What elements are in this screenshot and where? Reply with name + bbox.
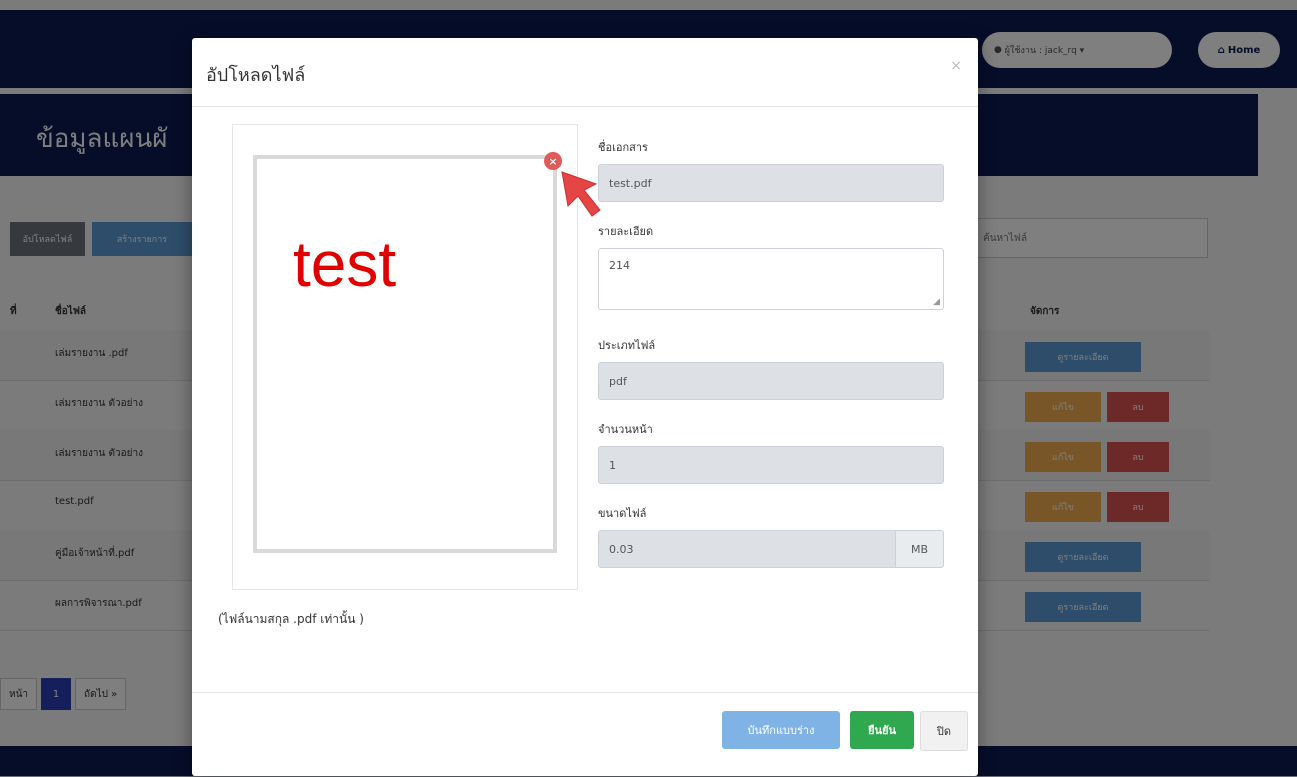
save-draft-button[interactable]: บันทึกแบบร่าง (722, 711, 840, 749)
upload-file-modal: อัปโหลดไฟล์ × test × (ไฟล์นามสกุล .pdf เ… (192, 38, 978, 776)
size-label: ขนาดไฟล์ (598, 507, 647, 520)
close-icon[interactable]: × (950, 58, 962, 74)
close-button[interactable]: ปิด (920, 711, 968, 751)
size-field[interactable]: 0.03 (598, 530, 896, 568)
file-type-note: (ไฟล์นามสกุล .pdf เท่านั้น ) (218, 612, 364, 626)
file-type-field[interactable]: pdf (598, 362, 944, 400)
pdf-preview-text: test (293, 228, 397, 300)
size-unit: MB (896, 530, 944, 568)
detail-value: 214 (609, 259, 630, 272)
modal-footer: บันทึกแบบร่าง ยืนยัน ปิด (192, 692, 978, 777)
file-type-label: ประเภทไฟล์ (598, 339, 656, 352)
doc-name-field[interactable]: test.pdf (598, 164, 944, 202)
detail-textarea[interactable]: 214 ◢ (598, 248, 944, 310)
pages-label: จำนวนหน้า (598, 423, 653, 436)
remove-file-icon[interactable]: × (544, 152, 562, 170)
pdf-preview-page: test (253, 155, 557, 553)
file-preview-card: test (232, 124, 578, 590)
modal-title: อัปโหลดไฟล์ (206, 65, 306, 86)
file-info-form: ชื่อเอกสาร test.pdf รายละเอียด 214 ◢ ประเ… (598, 138, 944, 568)
confirm-button[interactable]: ยืนยัน (850, 711, 914, 749)
modal-header: อัปโหลดไฟล์ × (192, 38, 978, 107)
resize-grip-icon[interactable]: ◢ (933, 297, 940, 307)
doc-name-label: ชื่อเอกสาร (598, 141, 648, 154)
pages-field[interactable]: 1 (598, 446, 944, 484)
size-input-group: 0.03 MB (598, 530, 944, 568)
detail-label: รายละเอียด (598, 225, 654, 238)
